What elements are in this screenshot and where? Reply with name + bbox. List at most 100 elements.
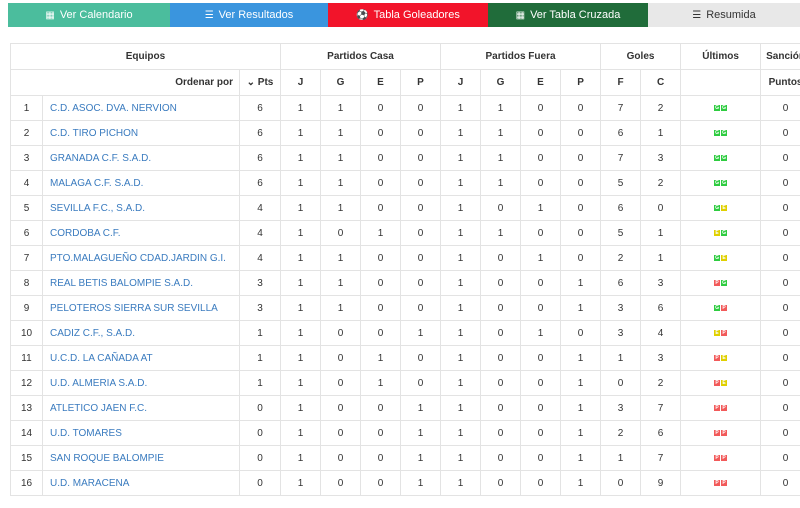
cell-ag: 0 [480,470,522,496]
cell-aj: 1 [440,195,482,221]
cell-aj: 1 [440,95,482,121]
table-row: 2 C.D. TIRO PICHON 6 1 1 0 0 1 1 0 0 6 1 G G 0 [10,120,800,146]
cell-c: 9 [640,470,682,496]
cell-sancion: 0 [760,270,800,296]
cell-c: 6 [640,420,682,446]
cell-hp: 0 [399,270,442,296]
table-row: 15 SAN ROQUE BALOMPIE 0 1 0 0 1 1 0 0 1 1 7 P P 0 [10,445,800,471]
header-ultimos: Últimos [680,43,762,70]
result-badge: P [721,404,728,411]
cell-ag: 0 [480,295,522,321]
cell-f: 6 [600,120,642,146]
team-link[interactable]: C.D. TIRO PICHON [42,120,240,146]
cell-he: 1 [360,370,401,396]
table-row: 12 U.D. ALMERIA S.A.D. 1 1 0 1 0 1 0 0 1 0 2 P E 0 [10,370,800,396]
cell-hg: 0 [320,345,361,371]
cell-ae: 0 [520,145,562,171]
team-link[interactable]: PTO.MALAGUEÑO CDAD.JARDIN G.I. [42,245,240,271]
team-link[interactable]: GRANADA C.F. S.A.D. [42,145,240,171]
team-link[interactable]: U.C.D. LA CAÑADA AT [42,345,240,371]
cell-hj: 1 [280,395,321,421]
col-away-j: J [440,69,482,96]
cell-ae: 1 [520,195,562,221]
cell-f: 0 [600,370,642,396]
team-link[interactable]: ATLETICO JAEN F.C. [42,395,240,421]
tab-label: Ver Calendario [59,9,133,21]
cell-hp: 0 [399,145,442,171]
tab-resumida[interactable]: ☰ Resumida [648,3,800,27]
cell-hj: 1 [280,195,321,221]
result-badge: P [714,354,721,361]
cell-hg: 0 [320,370,361,396]
team-link[interactable]: MALAGA C.F. S.A.D. [42,170,240,196]
team-link[interactable]: CADIZ C.F., S.A.D. [42,320,240,346]
cell-pts: 0 [239,395,281,421]
cell-sancion: 0 [760,120,800,146]
last-results: GP [680,295,762,321]
cell-hj: 1 [280,420,321,446]
team-link[interactable]: REAL BETIS BALOMPIE S.A.D. [42,270,240,296]
last-results: GE [680,245,762,271]
cell-aj: 1 [440,370,482,396]
header-partidos-casa: Partidos Casa [279,43,442,70]
team-link[interactable]: SAN ROQUE BALOMPIE [42,445,240,471]
team-link[interactable]: U.D. MARACENA [42,470,240,496]
cell-f: 3 [600,395,642,421]
cell-f: 6 [600,270,642,296]
cell-ag: 0 [480,195,522,221]
team-link[interactable]: SEVILLA F.C., S.A.D. [42,195,240,221]
cell-ag: 0 [480,245,522,271]
cell-f: 3 [600,295,642,321]
result-badge: G [721,229,728,236]
cell-ap: 1 [560,345,602,371]
cell-sancion: 0 [760,220,800,246]
result-badge: E [721,254,728,261]
cell-ap: 0 [560,220,602,246]
cell-aj: 1 [440,345,482,371]
cell-ae: 0 [520,170,562,196]
cell-hj: 1 [280,220,321,246]
table-row: 3 GRANADA C.F. S.A.D. 6 1 1 0 0 1 1 0 0 7 3 G G 0 [10,145,800,171]
result-badge: G [721,154,728,161]
table-row: 6 CORDOBA C.F. 4 1 0 1 0 1 1 0 0 5 1 E G 0 [10,220,800,246]
cell-hg: 0 [320,470,361,496]
cell-aj: 1 [440,270,482,296]
col-home-e: E [360,69,401,96]
team-link[interactable]: U.D. ALMERIA S.A.D. [42,370,240,396]
cell-c: 7 [640,395,682,421]
last-results: PP [680,395,762,421]
cell-f: 6 [600,195,642,221]
position: 11 [10,345,43,371]
cell-hp: 0 [399,345,442,371]
last-results: PG [680,270,762,296]
chevron-down-icon: ⌄ [246,77,256,88]
tab-calendario[interactable]: ▦ Ver Calendario [8,3,170,27]
cell-aj: 1 [440,295,482,321]
header-sancion: Sanción [760,43,800,70]
tab-resultados[interactable]: ☰ Ver Resultados [170,3,328,27]
cell-f: 3 [600,320,642,346]
cell-ap: 0 [560,170,602,196]
team-link[interactable]: U.D. TOMARES [42,420,240,446]
cell-ap: 1 [560,295,602,321]
cell-sancion: 0 [760,395,800,421]
cell-pts: 1 [239,345,281,371]
cell-sancion: 0 [760,195,800,221]
team-link[interactable]: C.D. ASOC. DVA. NERVION [42,95,240,121]
cell-hp: 1 [399,320,442,346]
tab-bar: ▦ Ver Calendario ☰ Ver Resultados ⚽ Tabla G… [8,3,800,27]
tab-goleadores[interactable]: ⚽ Tabla Goleadores [328,3,488,27]
cell-sancion: 0 [760,370,800,396]
team-link[interactable]: CORDOBA C.F. [42,220,240,246]
team-link[interactable]: PELOTEROS SIERRA SUR SEVILLA [42,295,240,321]
sort-by-pts[interactable]: ⌄ Pts [239,69,281,96]
tab-tabla-cruzada[interactable]: ▦ Ver Tabla Cruzada [488,3,648,27]
cell-he: 0 [360,195,401,221]
cell-ag: 0 [480,395,522,421]
cell-ae: 0 [520,120,562,146]
cell-hp: 0 [399,295,442,321]
cell-hp: 0 [399,95,442,121]
cell-ap: 0 [560,120,602,146]
cell-c: 3 [640,270,682,296]
cell-ag: 1 [480,95,522,121]
